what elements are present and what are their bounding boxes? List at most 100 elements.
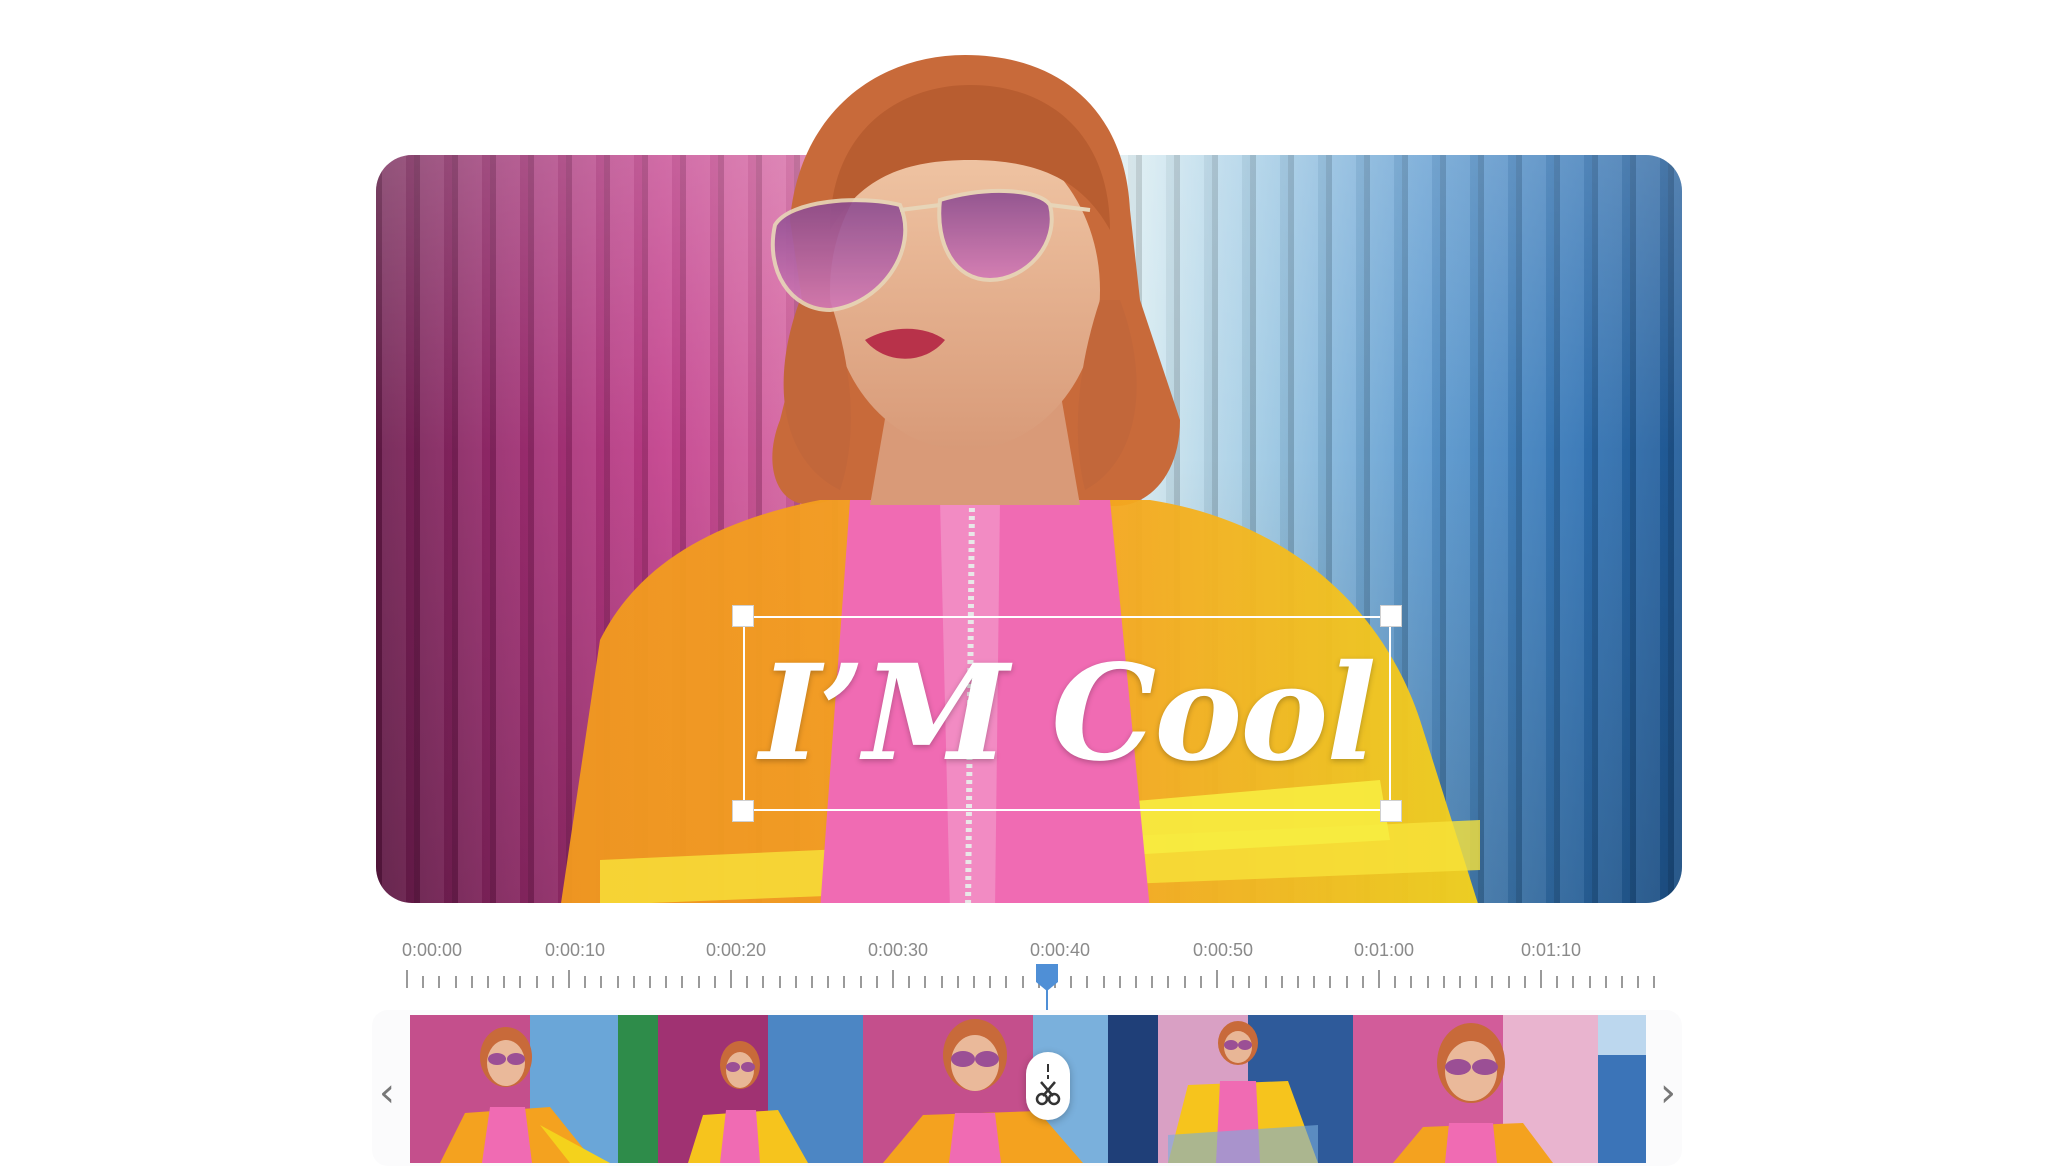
ruler-tick <box>1345 976 1348 988</box>
ruler-tick <box>1523 976 1526 988</box>
ruler-tick <box>1102 976 1105 988</box>
ruler-tick <box>1507 976 1510 988</box>
ruler-tick <box>568 970 570 988</box>
ruler-tick <box>697 976 700 988</box>
ruler-tick <box>989 976 992 988</box>
time-label: 0:00:40 <box>1029 940 1091 960</box>
ruler-tick <box>1572 976 1575 988</box>
ruler-tick <box>551 976 554 988</box>
ruler-tick <box>470 976 473 988</box>
clip-thumbnail[interactable] <box>1598 1015 1646 1163</box>
chevron-right-icon[interactable]: › <box>1648 1068 1688 1118</box>
ruler-tick <box>1459 976 1461 988</box>
ruler-tick <box>1604 976 1607 988</box>
ruler-tick <box>535 976 538 988</box>
ruler-tick <box>1183 976 1186 988</box>
ruler-tick <box>794 976 797 988</box>
ruler-tick <box>746 976 749 988</box>
resize-handle-top-right[interactable] <box>1380 605 1402 627</box>
ruler-tick <box>843 976 846 988</box>
ruler-tick <box>1280 976 1283 988</box>
ruler-tick <box>1135 976 1137 988</box>
ruler-tick <box>681 976 684 988</box>
ruler-tick <box>924 976 927 988</box>
ruler-tick <box>1264 976 1267 988</box>
resize-handle-bottom-right[interactable] <box>1380 800 1402 822</box>
text-overlay-frame[interactable]: I’M Cool <box>732 605 1402 822</box>
clip-thumbnail[interactable] <box>1108 1015 1353 1163</box>
tick-marks <box>396 968 1662 988</box>
ruler-tick <box>616 976 619 988</box>
ruler-tick <box>940 976 943 988</box>
clip-thumbnail[interactable] <box>618 1015 863 1163</box>
ruler-tick <box>1556 976 1559 988</box>
time-label: 0:00:00 <box>401 940 463 960</box>
ruler-tick <box>762 976 765 988</box>
ruler-tick <box>1216 970 1218 988</box>
ruler-tick <box>1297 976 1299 988</box>
ruler-tick <box>1005 976 1008 988</box>
split-clip-button[interactable] <box>1026 1052 1070 1120</box>
ruler-tick <box>1329 976 1332 988</box>
ruler-tick <box>600 976 603 988</box>
ruler-tick <box>1361 976 1364 988</box>
time-label: 0:01:00 <box>1353 940 1415 960</box>
ruler-tick <box>713 976 716 988</box>
ruler-tick <box>892 970 894 988</box>
ruler-tick <box>438 976 441 988</box>
scissors-icon <box>1035 1064 1061 1106</box>
ruler-tick <box>584 976 587 988</box>
ruler-tick <box>1426 976 1429 988</box>
ruler-tick <box>827 976 830 988</box>
ruler-tick <box>1442 976 1445 988</box>
ruler-tick <box>632 976 635 988</box>
time-label: 0:00:10 <box>544 940 606 960</box>
ruler-tick <box>1232 976 1235 988</box>
overlay-text[interactable]: I’M Cool <box>759 647 1376 780</box>
time-label: 0:00:30 <box>867 940 929 960</box>
ruler-tick <box>519 976 522 988</box>
ruler-tick <box>1410 976 1413 988</box>
ruler-tick <box>1313 976 1316 988</box>
resize-handle-bottom-left[interactable] <box>732 800 754 822</box>
ruler-tick <box>406 970 408 988</box>
ruler-tick <box>1540 970 1542 988</box>
ruler-tick <box>454 976 457 988</box>
ruler-tick <box>1021 976 1024 988</box>
ruler-tick <box>487 976 489 988</box>
ruler-tick <box>665 976 668 988</box>
ruler-tick <box>859 976 862 988</box>
clip-thumbnail[interactable] <box>863 1015 1108 1163</box>
clip-thumbnail[interactable] <box>410 1015 618 1163</box>
ruler-tick <box>1394 976 1397 988</box>
video-preview-stage: I’M Cool <box>0 0 2054 910</box>
time-label: 0:00:50 <box>1192 940 1254 960</box>
ruler-tick <box>422 976 425 988</box>
ruler-tick <box>1637 976 1640 988</box>
ruler-tick <box>1086 976 1089 988</box>
ruler-tick <box>1199 976 1202 988</box>
ruler-tick <box>973 976 975 988</box>
time-label: 0:00:20 <box>705 940 767 960</box>
ruler-tick <box>503 976 506 988</box>
ruler-tick <box>778 976 781 988</box>
ruler-tick <box>1070 976 1073 988</box>
ruler-tick <box>875 976 878 988</box>
ruler-tick <box>811 976 813 988</box>
resize-handle-top-left[interactable] <box>732 605 754 627</box>
ruler-tick <box>1118 976 1121 988</box>
ruler-tick <box>1653 976 1656 988</box>
clip-thumbnail[interactable] <box>1353 1015 1598 1163</box>
ruler-tick <box>1378 970 1380 988</box>
chevron-left-icon[interactable]: ‹ <box>367 1068 407 1118</box>
timeline-ruler[interactable]: 0:00:00 0:00:10 0:00:20 0:00:30 0:00:40 … <box>396 940 1662 1000</box>
ruler-tick <box>1621 976 1623 988</box>
ruler-tick <box>730 970 732 988</box>
ruler-tick <box>1588 976 1591 988</box>
ruler-tick <box>1475 976 1478 988</box>
ruler-tick <box>1167 976 1170 988</box>
ruler-tick <box>649 976 651 988</box>
playhead-marker[interactable] <box>1034 962 1060 992</box>
ruler-tick <box>956 976 959 988</box>
ruler-tick <box>1151 976 1154 988</box>
